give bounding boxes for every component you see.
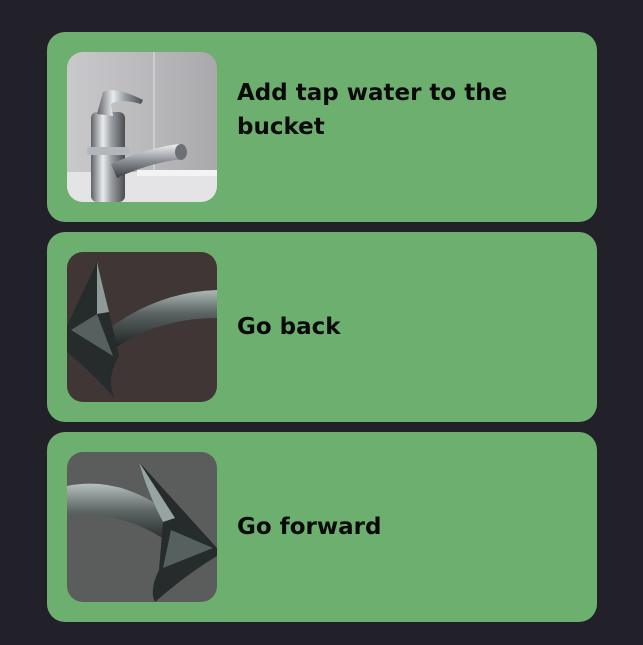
card-add-tap-water[interactable]: Add tap water to the bucket (47, 32, 597, 222)
faucet-icon (67, 52, 217, 202)
card-label: Go back (237, 314, 341, 340)
card-label: Go forward (237, 514, 382, 540)
arrow-forward-icon (67, 452, 217, 602)
card-go-forward[interactable]: Go forward (47, 432, 597, 622)
card-go-back[interactable]: Go back (47, 232, 597, 422)
arrow-back-icon (67, 252, 217, 402)
card-label: Add tap water to the bucket (237, 80, 508, 140)
